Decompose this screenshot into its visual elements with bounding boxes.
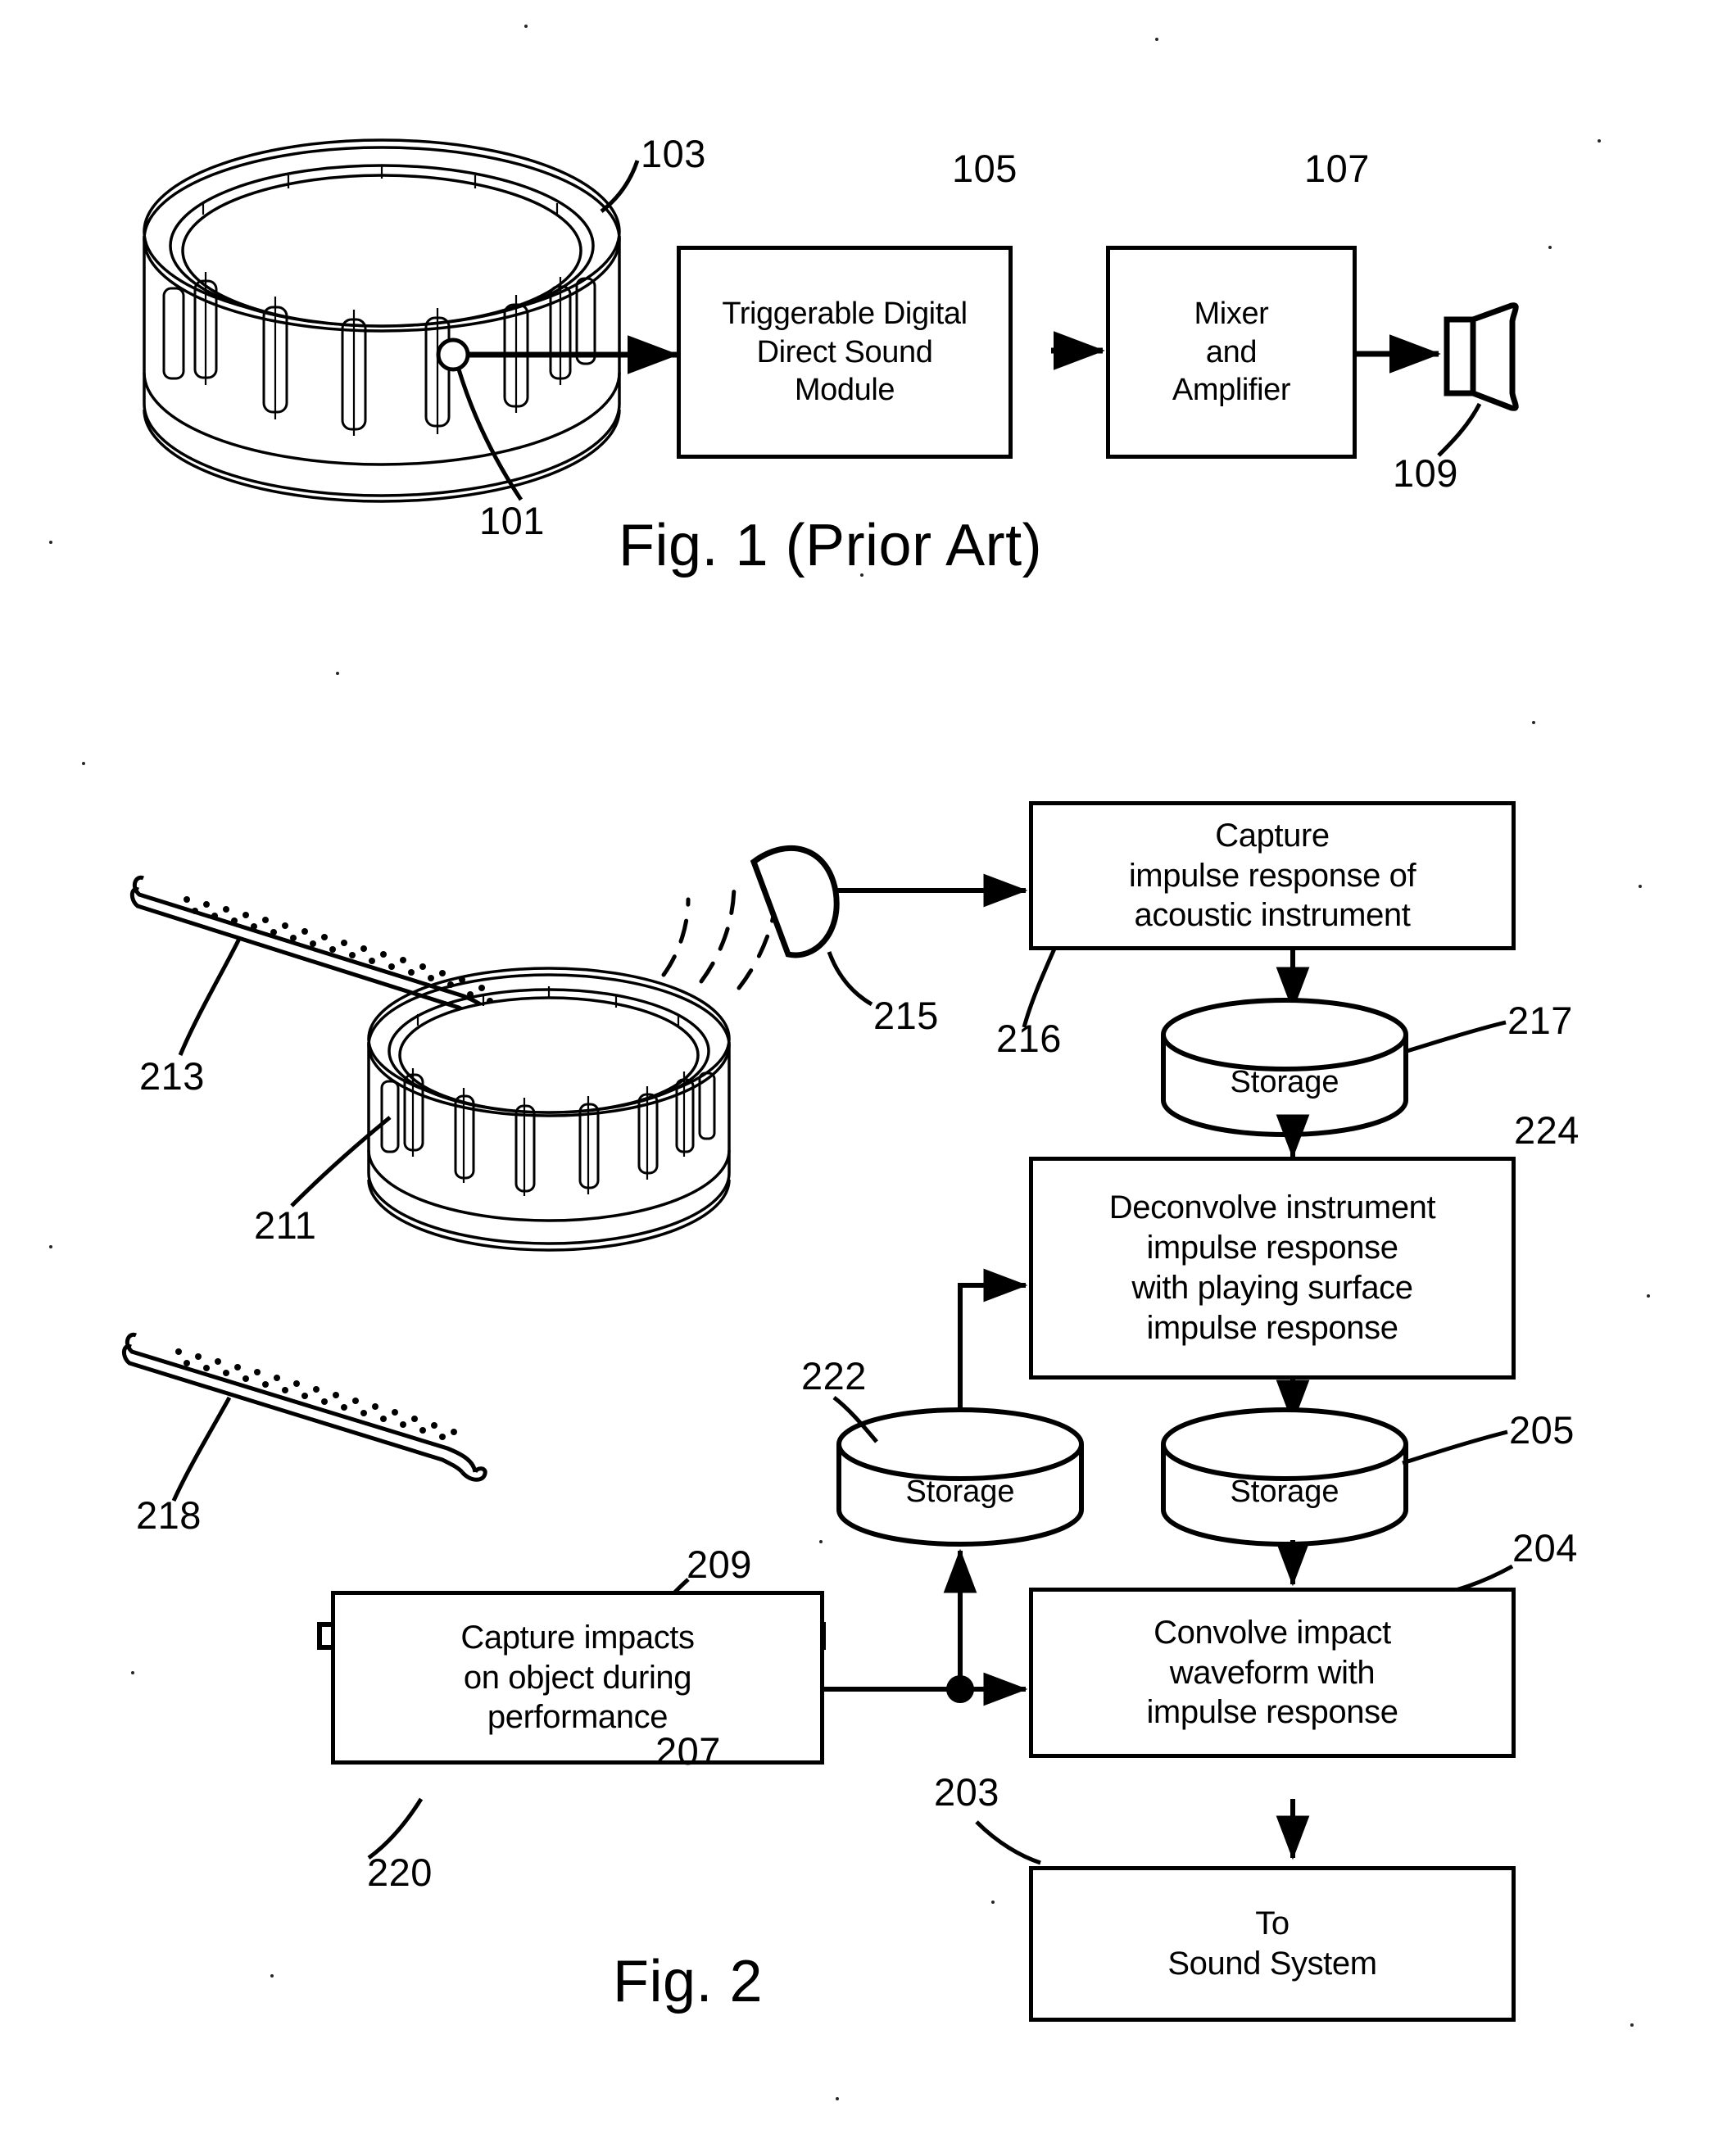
leader-103 bbox=[600, 160, 640, 213]
block-label: Capture impulse response of acoustic ins… bbox=[1128, 817, 1416, 934]
drum-illustration-fig2 bbox=[367, 967, 731, 1252]
block-label: Capture impacts on object during perform… bbox=[460, 1619, 695, 1736]
figure-1-caption: Fig. 1 (Prior Art) bbox=[619, 513, 1043, 578]
scan-speck bbox=[1647, 1294, 1650, 1298]
scan-speck bbox=[819, 1540, 823, 1543]
scan-speck bbox=[860, 573, 863, 577]
leader-218 bbox=[171, 1396, 232, 1502]
trigger-pickup-101 bbox=[436, 338, 470, 372]
ref-number-205: 205 bbox=[1509, 1408, 1575, 1452]
block-label: Convolve impact waveform with impulse re… bbox=[1146, 1614, 1398, 1731]
leader-213 bbox=[178, 937, 242, 1056]
ref-number-105: 105 bbox=[952, 147, 1018, 190]
ref-number-220: 220 bbox=[367, 1851, 433, 1894]
leader-222 bbox=[832, 1396, 878, 1443]
ref-number-222: 222 bbox=[801, 1354, 867, 1398]
ref-number-209: 209 bbox=[687, 1543, 752, 1586]
leader-205 bbox=[1402, 1429, 1508, 1466]
scan-speck bbox=[1630, 2023, 1634, 2027]
scan-speck bbox=[82, 762, 85, 765]
ref-number-218: 218 bbox=[136, 1493, 202, 1537]
leader-217 bbox=[1403, 1020, 1507, 1054]
loudspeaker-icon-109 bbox=[1444, 302, 1519, 411]
scan-speck bbox=[131, 1671, 134, 1674]
block-to-sound-system: To Sound System bbox=[1029, 1866, 1516, 2022]
drumstick-218 bbox=[122, 1332, 487, 1482]
block-label: Mixer and Amplifier bbox=[1172, 297, 1291, 408]
patent-drawing-sheet: Triggerable Digital Direct Sound Module … bbox=[0, 0, 1736, 2152]
figure-2-caption: Fig. 2 bbox=[613, 1949, 764, 2014]
block-capture-impulse-response: Capture impulse response of acoustic ins… bbox=[1029, 801, 1516, 950]
scan-speck bbox=[524, 25, 528, 28]
scan-speck bbox=[1155, 38, 1158, 41]
scan-speck bbox=[1532, 721, 1535, 724]
ref-number-203: 203 bbox=[934, 1770, 999, 1814]
ref-number-213: 213 bbox=[139, 1054, 205, 1098]
block-label: Deconvolve instrument impulse response w… bbox=[1108, 1189, 1436, 1346]
storage-205-label: Storage bbox=[1230, 1475, 1339, 1509]
ref-number-107: 107 bbox=[1304, 147, 1370, 190]
leader-215 bbox=[827, 951, 873, 1007]
block-convolve-impact-waveform: Convolve impact waveform with impulse re… bbox=[1029, 1588, 1516, 1758]
ref-number-217: 217 bbox=[1507, 999, 1573, 1042]
drum-illustration-fig1 bbox=[143, 138, 621, 503]
ref-number-224: 224 bbox=[1514, 1108, 1580, 1152]
block-deconvolve-impulse-response: Deconvolve instrument impulse response w… bbox=[1029, 1157, 1516, 1380]
scan-speck bbox=[1639, 885, 1642, 888]
storage-222-label: Storage bbox=[905, 1475, 1015, 1509]
leader-101 bbox=[456, 369, 524, 501]
block-mixer-and-amplifier: Mixer and Amplifier bbox=[1106, 246, 1357, 459]
ref-number-207: 207 bbox=[655, 1729, 721, 1773]
sound-wave-lines bbox=[661, 872, 781, 990]
ref-number-216: 216 bbox=[996, 1017, 1062, 1060]
scan-speck bbox=[49, 1245, 52, 1248]
leader-109 bbox=[1437, 402, 1482, 457]
ref-number-215: 215 bbox=[873, 994, 939, 1037]
block-label: Triggerable Digital Direct Sound Module bbox=[722, 297, 968, 408]
scan-speck bbox=[336, 672, 339, 675]
ref-number-103: 103 bbox=[641, 132, 706, 175]
scan-speck bbox=[991, 1901, 995, 1904]
block-label: To Sound System bbox=[1167, 1905, 1377, 1982]
ref-number-101: 101 bbox=[479, 499, 545, 542]
microphone-215 bbox=[750, 845, 840, 958]
block-capture-impacts-on-object: Capture impacts on object during perform… bbox=[331, 1591, 824, 1765]
leader-211 bbox=[290, 1116, 392, 1207]
storage-217-label: Storage bbox=[1230, 1065, 1339, 1099]
scan-speck bbox=[49, 541, 52, 544]
ref-number-109: 109 bbox=[1393, 451, 1458, 495]
scan-speck bbox=[1598, 139, 1601, 143]
scan-speck bbox=[836, 2097, 839, 2100]
ref-number-204: 204 bbox=[1512, 1526, 1578, 1570]
arrow-storage222-to-deconvolve bbox=[958, 1268, 1028, 1411]
scan-speck bbox=[1548, 246, 1552, 249]
leader-203 bbox=[975, 1820, 1041, 1865]
drumstick-213 bbox=[129, 875, 504, 1031]
scan-speck bbox=[270, 1974, 274, 1978]
wire-junction-dot bbox=[946, 1675, 974, 1703]
block-triggerable-digital-direct-sound-module: Triggerable Digital Direct Sound Module bbox=[677, 246, 1013, 459]
ref-number-211: 211 bbox=[254, 1203, 317, 1247]
